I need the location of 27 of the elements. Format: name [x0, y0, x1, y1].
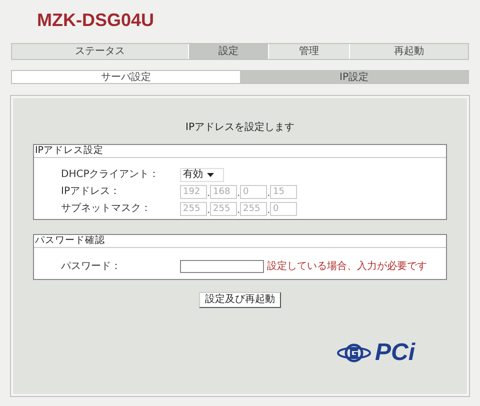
field-label: サブネットマスク： — [61, 202, 152, 216]
dot-separator: . — [237, 189, 240, 199]
field-label: パスワード： — [61, 260, 122, 274]
dot-separator: . — [207, 189, 210, 199]
dot-separator: . — [207, 206, 210, 216]
field-label: DHCPクライアント： — [61, 168, 160, 182]
brand-logo: PCi — [374, 341, 415, 365]
sub-tab[interactable]: IP設定 — [240, 71, 468, 83]
sub-tab[interactable]: サーバ設定 — [12, 71, 240, 83]
panel-heading: IPアドレスを設定します — [186, 120, 294, 135]
globe-logo-icon — [336, 343, 371, 363]
product-title: MZK-DSG04U — [36, 9, 156, 31]
nav-tab[interactable]: 設定 — [189, 44, 269, 59]
password-field[interactable] — [180, 260, 264, 273]
nav-tab[interactable]: 再起動 — [350, 44, 468, 59]
field-label: IPアドレス： — [61, 185, 121, 199]
nav-tab[interactable]: 管理 — [269, 44, 350, 59]
caret-icon — [207, 172, 214, 176]
section-title: パスワード確認 — [35, 235, 106, 247]
hint-text: 設定している場合、入力が必要です — [267, 260, 427, 274]
apply-restart-button[interactable]: 設定及び再起動 — [199, 292, 281, 308]
dot-separator: . — [237, 206, 240, 216]
nav-tab[interactable]: ステータス — [12, 44, 189, 59]
dot-separator: . — [267, 206, 270, 216]
dhcp-dropdown[interactable]: 有効 — [180, 168, 224, 182]
dot-separator: . — [267, 189, 270, 199]
section-title: IPアドレス設定 — [35, 145, 105, 157]
